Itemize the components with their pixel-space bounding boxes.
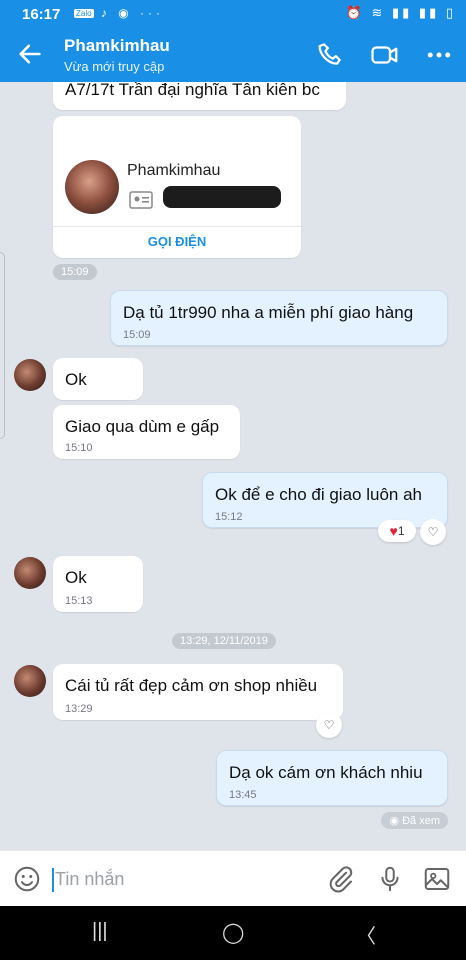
image-icon[interactable] [422, 864, 452, 894]
eye-icon: ◉ [389, 815, 400, 827]
video-call-icon[interactable] [370, 40, 400, 70]
nav-back-icon[interactable]: 〈 [356, 920, 376, 949]
message-text: Ok để e cho đi giao luôn ah [215, 485, 422, 504]
chat-header: Phamkimhau Vừa mới truy cập [0, 28, 466, 82]
message-text: A7/17t Trần đại nghĩa Tân kiên bc [65, 82, 320, 99]
message-text: Cái tủ rất đẹp cảm ơn shop nhiều [65, 676, 318, 695]
message-bubble[interactable]: Ok 15:13 [53, 556, 143, 612]
more-options-icon[interactable] [424, 40, 454, 70]
message-time: 13:45 [229, 789, 257, 801]
id-card-icon [129, 191, 153, 209]
contact-card[interactable]: Phamkimhau GỌI ĐIỆN [53, 116, 301, 258]
sender-avatar[interactable] [14, 359, 46, 391]
card-contact-name: Phamkimhau [127, 162, 221, 179]
heart-outline-icon[interactable]: ♡ [420, 519, 446, 545]
scroll-edge [0, 252, 5, 439]
message-bubble[interactable]: Dạ ok cám ơn khách nhiu 13:45 [216, 750, 448, 806]
message-text: Giao qua dùm e gấp [65, 417, 220, 436]
message-time: 15:12 [215, 511, 243, 523]
contact-avatar [65, 160, 119, 214]
chat-area[interactable]: A7/17t Trần đại nghĩa Tân kiên bc Phamki… [0, 82, 466, 850]
message-bubble[interactable]: Dạ tủ 1tr990 nha a miễn phí giao hàng 15… [110, 290, 448, 346]
message-time: 15:10 [65, 442, 93, 454]
contact-name[interactable]: Phamkimhau [64, 36, 170, 56]
message-bubble[interactable]: Ok để e cho đi giao luôn ah 15:12 [202, 472, 448, 528]
home-icon[interactable]: ◯ [222, 920, 244, 945]
message-time: 13:29 [65, 703, 93, 715]
back-arrow-icon[interactable] [16, 40, 44, 68]
clock: 16:17 [22, 6, 61, 23]
reaction-badge[interactable]: ♥ 1 [378, 520, 416, 542]
message-time: 15:09 [123, 329, 151, 341]
recent-apps-icon[interactable]: ||| [92, 920, 108, 943]
message-text: Ok [65, 568, 87, 587]
sticker-icon[interactable] [12, 864, 42, 894]
message-bubble[interactable]: Giao qua dùm e gấp 15:10 [53, 405, 240, 459]
zalo-icon: Zalo [74, 9, 94, 19]
attachment-icon[interactable] [326, 864, 356, 894]
message-text: Dạ ok cám ơn khách nhiu [229, 763, 423, 782]
message-bubble[interactable]: Ok [53, 358, 143, 400]
message-bubble[interactable]: A7/17t Trần đại nghĩa Tân kiên bc [53, 82, 346, 110]
seen-label: Đã xem [402, 815, 440, 827]
heart-icon: ♥ [389, 523, 398, 539]
message-composer: Tin nhắn [0, 850, 466, 907]
message-input[interactable]: Tin nhắn [55, 869, 124, 890]
sender-avatar[interactable] [14, 557, 46, 589]
navigation-bar: ||| ◯ 〈 [0, 906, 466, 960]
timestamp-chip: 15:09 [53, 264, 97, 280]
microphone-icon[interactable] [375, 864, 405, 894]
divider [53, 226, 301, 227]
status-bar: 16:17 Zalo ♪ ◉ ··· ⏰ ≋ ▮▮ ▮▮ ▯ [0, 0, 466, 28]
date-divider: 13:29, 12/11/2019 [172, 633, 276, 649]
phone-icon[interactable] [316, 40, 346, 70]
system-status-icons: ⏰ ≋ ▮▮ ▮▮ ▯ [345, 5, 456, 20]
seen-indicator: ◉ Đã xem [381, 812, 448, 829]
message-bubble[interactable]: Cái tủ rất đẹp cảm ơn shop nhiều 13:29 [53, 664, 343, 720]
redacted-phone [163, 186, 281, 208]
heart-outline-icon[interactable]: ♡ [316, 712, 342, 738]
message-text: Dạ tủ 1tr990 nha a miễn phí giao hàng [123, 303, 414, 322]
notification-icons: Zalo ♪ ◉ ··· [74, 6, 165, 20]
presence-status: Vừa mới truy cập [64, 59, 165, 74]
call-button[interactable]: GỌI ĐIỆN [53, 234, 301, 249]
sender-avatar[interactable] [14, 665, 46, 697]
text-caret [52, 868, 54, 892]
message-text: Ok [65, 370, 87, 389]
message-time: 15:13 [65, 595, 93, 607]
reaction-count: 1 [397, 524, 405, 538]
